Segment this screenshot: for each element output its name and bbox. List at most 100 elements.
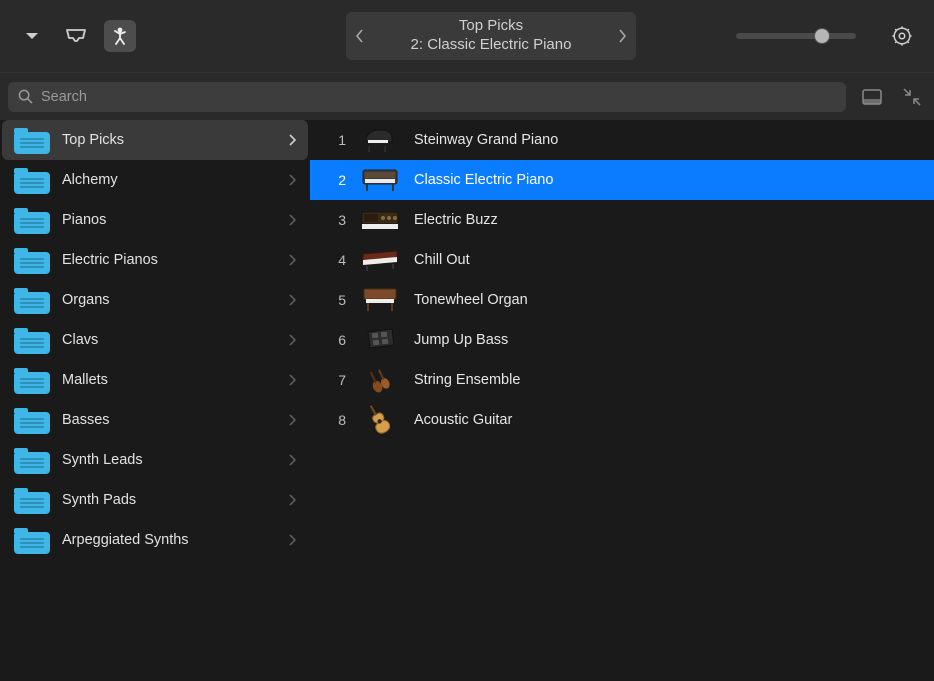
sidebar-item-label: Alchemy: [62, 172, 277, 188]
synth-keys-icon: [360, 244, 400, 276]
preset-index: 7: [322, 372, 346, 388]
preset-row[interactable]: 3 Electric Buzz: [310, 200, 934, 240]
sidebar-item-label: Mallets: [62, 372, 277, 388]
chevron-right-icon: [289, 294, 296, 306]
acoustic-guitar-icon: [360, 404, 400, 436]
inbox-icon: [65, 28, 87, 44]
folder-icon: [14, 246, 50, 274]
lcd-preset: 2: Classic Electric Piano: [374, 36, 608, 55]
search-input[interactable]: [41, 89, 836, 105]
lcd-prev-button[interactable]: [346, 12, 374, 60]
sidebar-item[interactable]: Pianos: [2, 200, 308, 240]
inbox-button[interactable]: [60, 20, 92, 52]
folder-icon: [14, 526, 50, 554]
sidebar-item[interactable]: Organs: [2, 280, 308, 320]
sidebar-item-label: Basses: [62, 412, 277, 428]
preset-name: Electric Buzz: [414, 212, 498, 228]
preset-row[interactable]: 1 Steinway Grand Piano: [310, 120, 934, 160]
electric-piano-icon: [360, 164, 400, 196]
search-row: [0, 72, 934, 120]
chevron-right-icon: [289, 254, 296, 266]
folder-icon: [14, 286, 50, 314]
sidebar-item[interactable]: Alchemy: [2, 160, 308, 200]
preset-name: Acoustic Guitar: [414, 412, 512, 428]
folder-icon: [14, 166, 50, 194]
folder-icon: [14, 446, 50, 474]
preset-row[interactable]: 5 Tonewheel Organ: [310, 280, 934, 320]
sidebar-item[interactable]: Top Picks: [2, 120, 308, 160]
view-mode-button[interactable]: [858, 83, 886, 111]
disclosure-menu-button[interactable]: [16, 20, 48, 52]
folder-icon: [14, 206, 50, 234]
preset-index: 4: [322, 252, 346, 268]
preset-row[interactable]: 4 Chill Out: [310, 240, 934, 280]
sidebar-item[interactable]: Clavs: [2, 320, 308, 360]
preset-list: 1 Steinway Grand Piano 2 Classic Electric P…: [310, 120, 934, 681]
sidebar-item-label: Top Picks: [62, 132, 277, 148]
organ-icon: [360, 284, 400, 316]
search-icon: [18, 89, 33, 104]
chevron-right-icon: [289, 174, 296, 186]
search-field-wrapper[interactable]: [8, 82, 846, 112]
chevron-right-icon: [289, 494, 296, 506]
collapse-button[interactable]: [898, 83, 926, 111]
sidebar-item[interactable]: Synth Pads: [2, 480, 308, 520]
lcd-next-button[interactable]: [608, 12, 636, 60]
top-toolbar: Top Picks 2: Classic Electric Piano: [0, 0, 934, 72]
folder-icon: [14, 486, 50, 514]
toolbar-left-group: [16, 20, 136, 52]
preset-row[interactable]: 8 Acoustic Guitar: [310, 400, 934, 440]
slider-thumb[interactable]: [814, 28, 830, 44]
volume-slider[interactable]: [736, 33, 856, 39]
chevron-right-icon: [289, 134, 296, 146]
preset-index: 8: [322, 412, 346, 428]
preset-name: Steinway Grand Piano: [414, 132, 558, 148]
preset-row[interactable]: 6 Jump Up Bass: [310, 320, 934, 360]
grand-piano-icon: [360, 124, 400, 156]
folder-icon: [14, 126, 50, 154]
chevron-down-icon: [25, 31, 39, 41]
sidebar-item-label: Electric Pianos: [62, 252, 277, 268]
chevron-left-icon: [356, 29, 364, 43]
folder-icon: [14, 366, 50, 394]
sidebar-item[interactable]: Arpeggiated Synths: [2, 520, 308, 560]
preset-name: Tonewheel Organ: [414, 292, 528, 308]
sidebar-item[interactable]: Synth Leads: [2, 440, 308, 480]
preset-index: 2: [322, 172, 346, 188]
settings-button[interactable]: [886, 20, 918, 52]
preset-index: 3: [322, 212, 346, 228]
preset-name: Chill Out: [414, 252, 470, 268]
main-area: Top Picks Alchemy Pianos Electric Pianos Org…: [0, 120, 934, 681]
chevron-right-icon: [289, 334, 296, 346]
sidebar-item-label: Synth Pads: [62, 492, 277, 508]
sidebar-item[interactable]: Electric Pianos: [2, 240, 308, 280]
chevron-right-icon: [289, 534, 296, 546]
performer-icon: [112, 26, 128, 46]
sidebar-item-label: Clavs: [62, 332, 277, 348]
sidebar-item[interactable]: Mallets: [2, 360, 308, 400]
chevron-right-icon: [289, 214, 296, 226]
sidebar-item-label: Synth Leads: [62, 452, 277, 468]
preset-index: 1: [322, 132, 346, 148]
preset-row[interactable]: 2 Classic Electric Piano: [310, 160, 934, 200]
lcd-display: Top Picks 2: Classic Electric Piano: [346, 12, 636, 60]
preset-name: Jump Up Bass: [414, 332, 508, 348]
performer-button[interactable]: [104, 20, 136, 52]
sidebar-item[interactable]: Basses: [2, 400, 308, 440]
preset-index: 5: [322, 292, 346, 308]
folder-icon: [14, 406, 50, 434]
category-sidebar: Top Picks Alchemy Pianos Electric Pianos Org…: [0, 120, 310, 681]
lcd-text: Top Picks 2: Classic Electric Piano: [374, 17, 608, 55]
gear-icon: [891, 25, 913, 47]
folder-icon: [14, 326, 50, 354]
lcd-category: Top Picks: [374, 17, 608, 36]
preset-row[interactable]: 7 String Ensemble: [310, 360, 934, 400]
chevron-right-icon: [289, 374, 296, 386]
preset-index: 6: [322, 332, 346, 348]
collapse-icon: [903, 88, 921, 106]
preset-name: Classic Electric Piano: [414, 172, 553, 188]
preset-name: String Ensemble: [414, 372, 520, 388]
strings-icon: [360, 364, 400, 396]
chevron-right-icon: [289, 414, 296, 426]
sidebar-item-label: Arpeggiated Synths: [62, 532, 277, 548]
